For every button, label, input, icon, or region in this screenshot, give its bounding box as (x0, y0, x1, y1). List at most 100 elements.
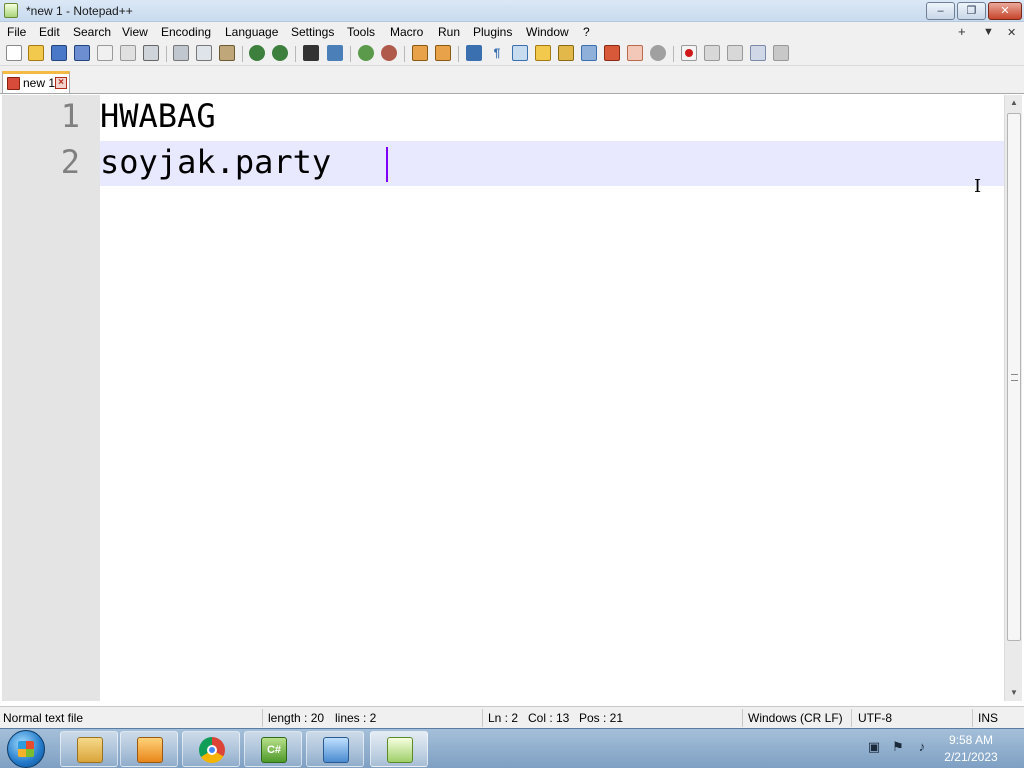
clock-date[interactable]: 2/21/2023 (926, 750, 1016, 764)
taskbar: C# ▣ ⚑ ♪ 9:58 AM 2/21/2023 (0, 728, 1024, 768)
zoom-out-icon[interactable] (381, 45, 397, 61)
open-file-icon[interactable] (28, 45, 44, 61)
menu-plugins[interactable]: Plugins (473, 25, 512, 39)
sync-horizontal-icon[interactable] (435, 45, 451, 61)
menu-encoding[interactable]: Encoding (161, 25, 211, 39)
notepad-plus-plus-app-icon[interactable] (4, 3, 18, 18)
status-lines: lines : 2 (335, 711, 377, 725)
taskbar-control-panel[interactable] (306, 731, 364, 767)
zoom-in-icon[interactable] (358, 45, 374, 61)
chrome-center (207, 745, 217, 755)
status-eol[interactable]: Windows (CR LF) (748, 711, 843, 725)
save-macro-icon[interactable] (773, 45, 789, 61)
taskbar-csharp[interactable]: C# (244, 731, 302, 767)
replace-icon[interactable] (327, 45, 343, 61)
redo-icon[interactable] (272, 45, 288, 61)
document-map-icon[interactable] (558, 45, 574, 61)
undo-icon[interactable] (249, 45, 265, 61)
menu-edit[interactable]: Edit (39, 25, 60, 39)
restore-icon: ❐ (966, 5, 977, 17)
restore-button[interactable]: ❐ (957, 2, 986, 20)
menu-settings[interactable]: Settings (291, 25, 334, 39)
folder-workspace-icon[interactable] (604, 45, 620, 61)
status-separator (482, 709, 483, 727)
action-center-flag-icon[interactable]: ⚑ (890, 739, 906, 755)
status-separator (972, 709, 973, 727)
paste-icon[interactable] (219, 45, 235, 61)
user-language-icon[interactable] (535, 45, 551, 61)
indent-guide-icon[interactable] (512, 45, 528, 61)
menu-language[interactable]: Language (225, 25, 278, 39)
record-macro-icon[interactable] (681, 45, 697, 61)
csharp-icon: C# (261, 737, 287, 763)
print-icon[interactable] (143, 45, 159, 61)
copy-icon[interactable] (196, 45, 212, 61)
save-all-icon[interactable] (74, 45, 90, 61)
menu-run[interactable]: Run (438, 25, 460, 39)
status-length: length : 20 (268, 711, 325, 725)
find-icon[interactable] (303, 45, 319, 61)
toolbar-separator (166, 46, 167, 62)
clock-time[interactable]: 9:58 AM (926, 733, 1016, 747)
editor-area[interactable]: 1 2 HWABAG soyjak.party I (0, 95, 1024, 701)
toolbar-separator (350, 46, 351, 62)
line-number-gutter: 1 2 (2, 95, 100, 701)
tab-new-1[interactable]: new 1 × (2, 71, 70, 93)
stop-recording-icon[interactable] (704, 45, 720, 61)
function-list-icon[interactable] (581, 45, 597, 61)
status-file-type: Normal text file (3, 711, 84, 725)
cut-icon[interactable] (173, 45, 189, 61)
save-icon[interactable] (51, 45, 67, 61)
vertical-scrollbar[interactable]: ▲ ▼ (1004, 95, 1022, 701)
tab-close-icon[interactable]: × (55, 77, 67, 89)
code-line[interactable]: HWABAG (100, 97, 216, 135)
close-icon[interactable] (97, 45, 113, 61)
taskbar-chrome[interactable] (182, 731, 240, 767)
scrollbar-thumb[interactable] (1007, 113, 1021, 641)
run-macro-multiple-icon[interactable] (750, 45, 766, 61)
taskbar-file-explorer[interactable] (60, 731, 118, 767)
status-separator (262, 709, 263, 727)
code-line[interactable]: soyjak.party (100, 143, 331, 181)
new-tab-plus-icon[interactable]: + (958, 24, 966, 39)
tab-label: new 1 (23, 76, 56, 90)
close-tab-icon[interactable]: ✕ (1007, 26, 1016, 39)
toolbar-separator (295, 46, 296, 62)
scroll-down-icon[interactable]: ▼ (1005, 685, 1023, 701)
status-bar: Normal text file length : 20 lines : 2 L… (0, 706, 1024, 728)
menu-macro[interactable]: Macro (390, 25, 423, 39)
close-window-button[interactable]: ✕ (988, 2, 1022, 20)
word-wrap-icon[interactable] (466, 45, 482, 61)
minimize-button[interactable]: – (926, 2, 955, 20)
menu-help[interactable]: ? (583, 25, 590, 39)
tab-bar: new 1 × (0, 66, 1024, 94)
status-line: Ln : 2 (488, 711, 519, 725)
ibeam-cursor-icon: I (974, 176, 982, 197)
menu-window[interactable]: Window (526, 25, 569, 39)
notepad-plus-plus-icon (387, 737, 413, 763)
file-explorer-icon[interactable] (650, 45, 666, 61)
status-encoding[interactable]: UTF-8 (858, 711, 892, 725)
taskbar-media-player[interactable] (120, 731, 178, 767)
menu-tools[interactable]: Tools (347, 25, 375, 39)
taskbar-notepad-plus-plus[interactable] (370, 731, 428, 767)
windows-logo-icon (18, 741, 34, 757)
playback-macro-icon[interactable] (727, 45, 743, 61)
close-all-icon[interactable] (120, 45, 136, 61)
tab-list-dropdown-icon[interactable]: ▼ (983, 26, 994, 38)
network-icon[interactable]: ▣ (866, 739, 882, 755)
start-button[interactable] (7, 730, 45, 768)
scroll-up-icon[interactable]: ▲ (1005, 95, 1023, 111)
monitoring-icon[interactable] (627, 45, 643, 61)
new-file-icon[interactable] (6, 45, 22, 61)
menu-search[interactable]: Search (73, 25, 111, 39)
status-separator (742, 709, 743, 727)
sync-vertical-icon[interactable] (412, 45, 428, 61)
media-player-icon (137, 737, 163, 763)
unsaved-file-icon (7, 77, 20, 90)
title-bar: *new 1 - Notepad++ – ❐ ✕ (0, 0, 1024, 22)
menu-view[interactable]: View (122, 25, 148, 39)
show-all-characters-icon[interactable]: ¶ (489, 45, 505, 61)
menu-file[interactable]: File (7, 25, 26, 39)
line-number: 2 (60, 143, 80, 181)
